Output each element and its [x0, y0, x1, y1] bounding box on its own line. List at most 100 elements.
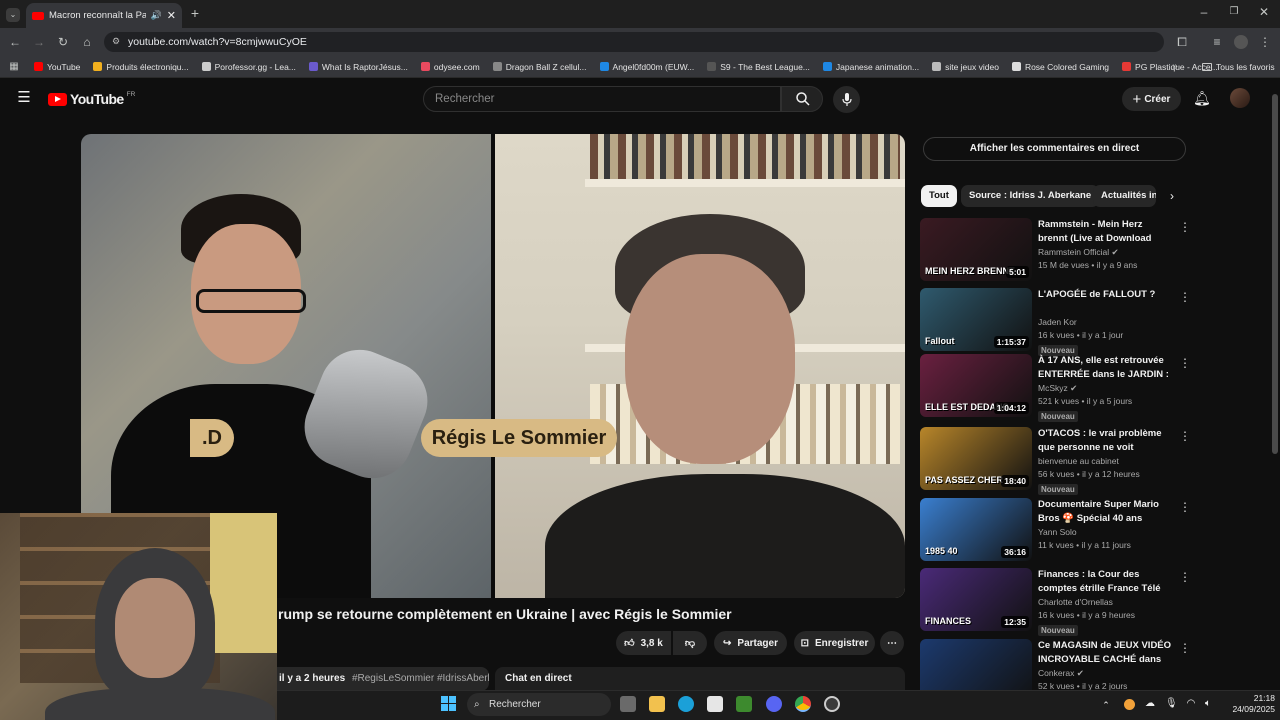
minecraft-icon[interactable]	[736, 696, 752, 712]
show-live-comments-button[interactable]: Afficher les commentaires en direct	[923, 137, 1186, 161]
bookmark-item[interactable]: Dragon Ball Z cellul...	[492, 62, 587, 72]
recommendation-item[interactable]: MEIN HERZ BRENNT 5:01 Rammstein - Mein Her…	[920, 218, 1191, 282]
channel-name[interactable]: McSkyz ✔	[1038, 383, 1077, 394]
discord-icon[interactable]	[766, 696, 782, 712]
close-window-icon[interactable]: ✕	[1257, 6, 1271, 18]
volume-icon[interactable]: 🔈︎	[1202, 698, 1214, 710]
bookmarks-overflow-icon[interactable]: »	[1169, 61, 1181, 73]
recommendation-item[interactable]: 1985 40 36:16 Documentaire Super Mario Bro…	[920, 498, 1191, 562]
tab-search-icon[interactable]: ⌄	[6, 8, 20, 22]
channel-name[interactable]: Yann Solo	[1038, 527, 1077, 537]
recommendation-title[interactable]: Rammstein - Mein Herz brennt (Live at Do…	[1038, 218, 1174, 245]
all-favorites-folder[interactable]: Tous les favoris	[1202, 62, 1275, 72]
onedrive-icon[interactable]: ☁	[1143, 698, 1157, 710]
voice-search-button[interactable]	[833, 86, 860, 113]
channel-name[interactable]: Rammstein Official ✔	[1038, 247, 1119, 258]
more-vertical-icon[interactable]: ⋮	[1179, 500, 1191, 514]
dislike-button[interactable]: 👎︎	[673, 631, 707, 655]
recommendation-item[interactable]: Fallout 1:15:37 L'APOGÉE de FALLOUT ? Jaden…	[920, 288, 1191, 356]
speaker-icon[interactable]: 🔊	[151, 10, 162, 21]
video-thumbnail[interactable]: 1985 40 36:16	[920, 498, 1032, 561]
recommendation-title[interactable]: Ce MAGASIN de JEUX VIDÉO INCROYABLE CACH…	[1038, 639, 1174, 666]
chips-next-arrow-icon[interactable]: ›	[1165, 190, 1179, 202]
start-button[interactable]	[441, 696, 456, 711]
scrollbar-thumb[interactable]	[1272, 94, 1278, 454]
video-thumbnail[interactable]: FINANCES 12:35	[920, 568, 1032, 631]
recommendation-item[interactable]: ELLE EST DEDANS 1:04:12 À 17 ANS, elle est…	[920, 354, 1191, 422]
video-thumbnail[interactable]: ELLE EST DEDANS 1:04:12	[920, 354, 1032, 417]
file-explorer-icon[interactable]	[649, 696, 665, 712]
browser-tab-active[interactable]: Macron reconnaît la Palestin 🔊 ✕	[26, 3, 182, 28]
media-control-icon[interactable]: ≡	[1210, 36, 1224, 48]
video-thumbnail[interactable]: MEIN HERZ BRENNT 5:01	[920, 218, 1032, 281]
extensions-icon[interactable]: ⧠	[1175, 36, 1189, 48]
bookmark-item[interactable]: site jeux video	[932, 62, 999, 72]
more-vertical-icon[interactable]: ⋮	[1179, 290, 1191, 304]
browser-menu-icon[interactable]: ⋮	[1258, 36, 1272, 48]
address-bar[interactable]: ⚙ youtube.com/watch?v=8cmjwwuCyOE	[104, 32, 1164, 52]
more-vertical-icon[interactable]: ⋮	[1179, 641, 1191, 655]
bookmark-item[interactable]: Rose Colored Gaming	[1011, 62, 1109, 72]
video-thumbnail[interactable]: PAS ASSEZ CHER 18:40	[920, 427, 1032, 490]
chip-source[interactable]: Source : Idriss J. Aberkane	[961, 185, 1100, 207]
new-tab-icon[interactable]: +	[188, 6, 202, 20]
recommendation-title[interactable]: Documentaire Super Mario Bros 🍄 Spécial …	[1038, 498, 1174, 525]
youtube-logo[interactable]: YouTube FR	[48, 91, 135, 107]
recommendation-title[interactable]: L'APOGÉE de FALLOUT ?	[1038, 288, 1174, 302]
site-info-icon[interactable]: ⚙	[112, 36, 120, 47]
account-avatar[interactable]	[1230, 88, 1250, 108]
bookmark-item[interactable]: odysee.com	[420, 62, 480, 72]
system-clock[interactable]: 21:18 24/09/2025	[1225, 693, 1275, 715]
bookmark-item[interactable]: YouTube	[34, 62, 80, 72]
tray-mic-icon[interactable]: 🎙︎	[1165, 698, 1178, 710]
save-button[interactable]: ⊡ Enregistrer	[794, 631, 875, 655]
recommendation-title[interactable]: À 17 ANS, elle est retrouvée ENTERRÉE da…	[1038, 354, 1174, 381]
chip-all[interactable]: Tout	[921, 185, 957, 207]
video-thumbnail[interactable]: Fallout 1:15:37	[920, 288, 1032, 351]
channel-name[interactable]: Charlotte d'Ornellas	[1038, 597, 1113, 607]
bookmark-item[interactable]: Japanese animation...	[822, 62, 919, 72]
hashtags[interactable]: #RegisLeSommier #IdrissAberka	[352, 673, 489, 684]
minimize-icon[interactable]: –	[1197, 6, 1211, 18]
back-icon[interactable]: ←	[8, 36, 22, 48]
home-icon[interactable]: ⌂	[80, 36, 94, 48]
channel-name[interactable]: Jaden Kor	[1038, 317, 1077, 327]
more-vertical-icon[interactable]: ⋮	[1179, 429, 1191, 443]
store-icon[interactable]	[707, 696, 723, 712]
recommendation-item[interactable]: PAS ASSEZ CHER 18:40 O'TACOS : le vrai pro…	[920, 427, 1191, 495]
wifi-icon[interactable]: ◠	[1185, 698, 1197, 710]
recommendation-title[interactable]: Finances : la Cour des comptes étrille F…	[1038, 568, 1174, 595]
edge-browser-icon[interactable]	[678, 696, 694, 712]
tray-overflow-icon[interactable]: ⌃	[1100, 699, 1112, 711]
search-button[interactable]	[781, 86, 823, 112]
more-actions-button[interactable]: ⋯	[880, 631, 904, 655]
tray-app-icon[interactable]	[1124, 699, 1135, 710]
tab-close-icon[interactable]: ✕	[167, 9, 176, 22]
maximize-icon[interactable]: ❐	[1227, 6, 1241, 18]
bookmark-item[interactable]: What Is RaptorJésus...	[308, 62, 408, 72]
bookmark-item[interactable]: Produits électroniqu...	[93, 62, 189, 72]
taskbar-search[interactable]: ⌕ Rechercher	[467, 693, 611, 716]
share-button[interactable]: ↪ Partager	[714, 631, 787, 655]
chrome-icon[interactable]	[795, 696, 811, 712]
reload-icon[interactable]: ↻	[56, 36, 70, 48]
channel-name[interactable]: bienvenue au cabinet	[1038, 456, 1119, 466]
hamburger-menu-icon[interactable]: ☰	[17, 90, 31, 105]
live-chat-header[interactable]: Chat en direct	[495, 667, 905, 691]
notifications-bell-icon[interactable]: 🔔︎	[1193, 91, 1211, 105]
recommendation-title[interactable]: O'TACOS : le vrai problème que personne …	[1038, 427, 1174, 454]
apps-grid-icon[interactable]: ▦	[8, 61, 20, 73]
bookmark-item[interactable]: Porofessor.gg - Lea...	[201, 62, 296, 72]
channel-name[interactable]: Conkerax ✔	[1038, 668, 1084, 679]
more-vertical-icon[interactable]: ⋮	[1179, 570, 1191, 584]
profile-avatar-icon[interactable]	[1234, 35, 1248, 49]
like-button[interactable]: 👍︎ 3,8 k	[616, 631, 671, 655]
create-button[interactable]: + Créer	[1122, 87, 1181, 111]
description-box[interactable]: il y a 2 heures #RegisLeSommier #IdrissA…	[277, 667, 489, 691]
more-vertical-icon[interactable]: ⋮	[1179, 356, 1191, 370]
chip-news[interactable]: Actualités in	[1093, 185, 1156, 207]
task-view-icon[interactable]	[620, 696, 636, 712]
more-vertical-icon[interactable]: ⋮	[1179, 220, 1191, 234]
app-icon[interactable]	[824, 696, 840, 712]
recommendation-item[interactable]: FINANCES 12:35 Finances : la Cour des comp…	[920, 568, 1191, 636]
